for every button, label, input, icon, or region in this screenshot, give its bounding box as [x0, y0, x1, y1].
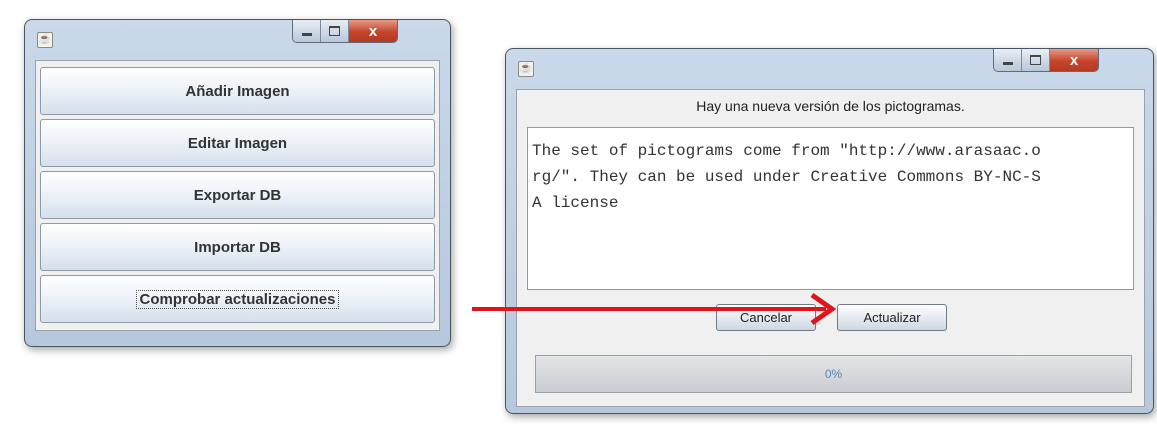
annotation-arrow: [472, 292, 837, 326]
